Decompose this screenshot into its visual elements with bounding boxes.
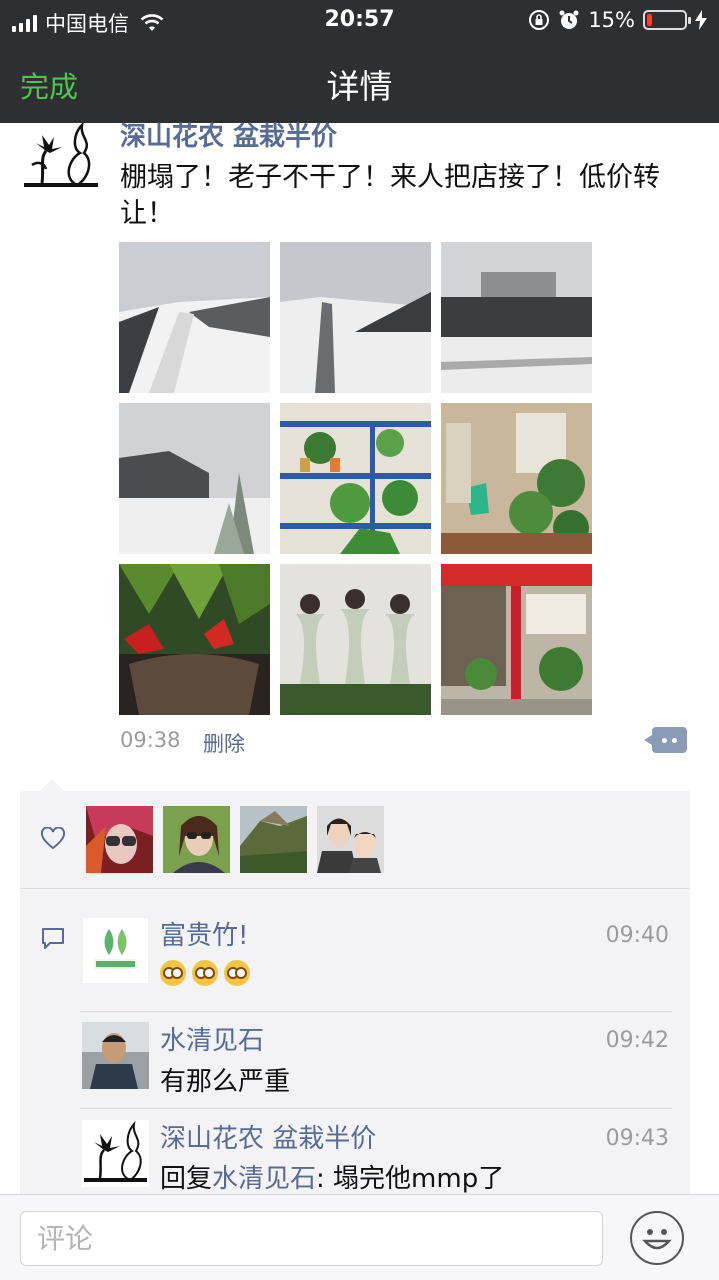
nav-bar: 完成 详情: [0, 40, 719, 123]
comment-divider: [80, 1011, 672, 1012]
comment-author[interactable]: 深山花农 盆栽半价: [160, 1118, 376, 1155]
battery-icon: [643, 10, 691, 30]
emoji-button[interactable]: [630, 1211, 684, 1265]
photo-snowy-trees[interactable]: [119, 403, 270, 554]
photo-snowy-shed[interactable]: [441, 242, 592, 393]
post-author-avatar[interactable]: [22, 123, 100, 193]
like-avatar[interactable]: [240, 806, 307, 873]
comment-bar: [0, 1194, 719, 1280]
status-bar: 中国电信 20:57 15%: [0, 0, 719, 40]
status-right: 15%: [528, 8, 707, 32]
comment-time: 09:43: [605, 1126, 669, 1151]
post-author-name[interactable]: 深山花农 盆栽半价: [120, 116, 337, 153]
comment-author[interactable]: 富贵竹!: [160, 915, 248, 952]
flushed-emoji-icon: [160, 959, 186, 986]
panel-divider: [20, 888, 690, 889]
panel-pointer: [40, 779, 64, 791]
delete-post-link[interactable]: 删除: [203, 728, 245, 758]
smiley-icon: [642, 1229, 672, 1250]
comment-time: 09:42: [605, 1028, 669, 1053]
photo-shop-shelves[interactable]: [280, 403, 431, 554]
photo-snowy-greenhouse-2[interactable]: [280, 242, 431, 393]
photo-potted-plant-red[interactable]: [119, 564, 270, 715]
comment-text: 回复水清见石: 塌完他mmp了: [160, 1158, 504, 1195]
comment-emoji-row: [160, 957, 256, 987]
reply-target-link[interactable]: 水清见石: [212, 1164, 316, 1194]
photo-snowy-greenhouse-1[interactable]: [119, 242, 270, 393]
photo-grid: [119, 242, 593, 716]
comment-text: 有那么严重: [160, 1067, 291, 1097]
comment-time: 09:40: [605, 923, 669, 948]
reply-prefix: 回复: [160, 1164, 213, 1194]
photo-shop-interior[interactable]: [441, 403, 592, 554]
comment-avatar[interactable]: [82, 1120, 149, 1187]
like-avatar[interactable]: [317, 806, 384, 873]
post-timestamp: 09:38: [120, 728, 181, 752]
photo-bulbs-in-vases[interactable]: [280, 564, 431, 715]
comment-input[interactable]: [20, 1211, 603, 1266]
comment-bubble-icon: [42, 928, 64, 949]
comment-divider: [80, 1108, 672, 1109]
flushed-emoji-icon: [224, 959, 250, 986]
flushed-emoji-icon: [192, 959, 218, 986]
orientation-lock-icon: [529, 10, 550, 30]
like-avatar[interactable]: [163, 806, 230, 873]
like-avatar[interactable]: [86, 806, 153, 873]
heart-icon: [40, 827, 66, 850]
more-actions-button[interactable]: [644, 727, 687, 753]
comment-avatar[interactable]: [82, 917, 149, 984]
battery-percent: 15%: [588, 8, 635, 32]
charging-bolt-icon: [695, 10, 707, 30]
comment-avatar[interactable]: [82, 1022, 149, 1089]
battery-fill: [647, 14, 652, 26]
alarm-icon: [559, 10, 579, 29]
comment-author[interactable]: 水清见石: [160, 1020, 264, 1057]
page-title: 详情: [326, 67, 393, 106]
reply-body: : 塌完他mmp了: [316, 1164, 505, 1194]
post-text: 棚塌了！老子不干了！来人把店接了！低价转让！: [120, 162, 660, 229]
photo-shop-front[interactable]: [441, 564, 592, 715]
